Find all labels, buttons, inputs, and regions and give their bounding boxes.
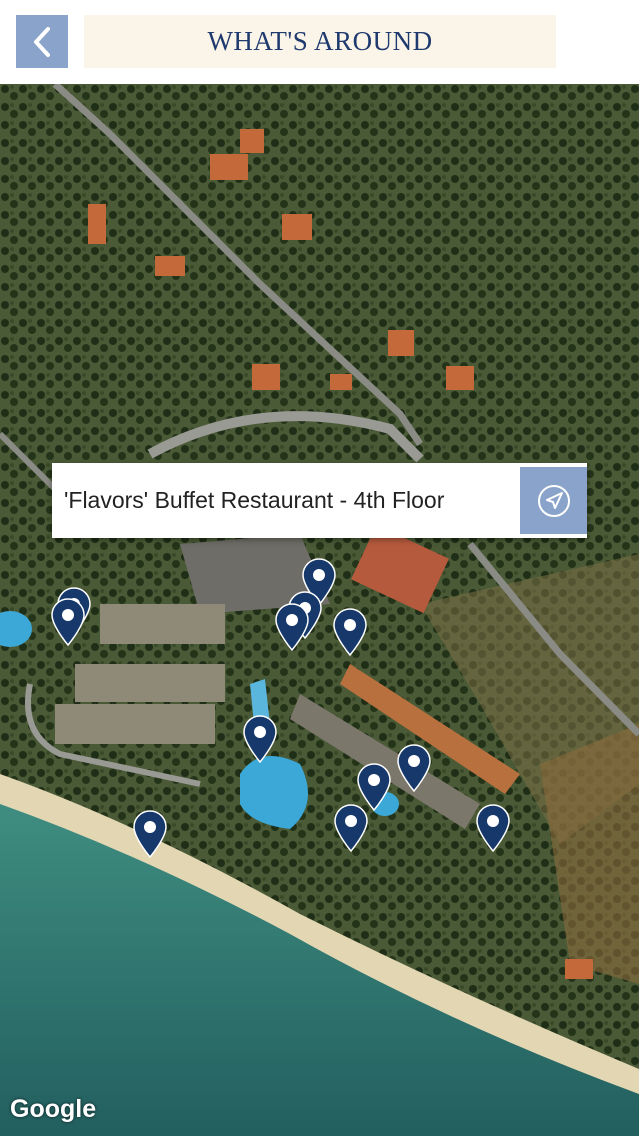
navigation-arrow-icon [537, 484, 570, 517]
map-pin[interactable] [332, 608, 368, 657]
map-pin[interactable] [396, 744, 432, 793]
header-bar: WHAT'S AROUND [0, 0, 639, 84]
map-pin-icon [51, 598, 85, 647]
map-pin-icon [397, 744, 431, 793]
map-pin[interactable] [242, 715, 278, 764]
chevron-left-icon [34, 26, 50, 57]
map-pin[interactable] [132, 810, 168, 859]
place-callout[interactable]: 'Flavors' Buffet Restaurant - 4th Floor [52, 463, 587, 538]
map-pin[interactable] [475, 804, 511, 853]
map-pin-icon [133, 810, 167, 859]
map-pin[interactable] [274, 603, 310, 652]
map-pin-icon [243, 715, 277, 764]
map-pin-icon [275, 603, 309, 652]
back-button[interactable] [16, 15, 68, 68]
map-pin-icon [476, 804, 510, 853]
map-pin-icon [333, 608, 367, 657]
map-pin[interactable] [333, 804, 369, 853]
map-pin-icon [334, 804, 368, 853]
place-name[interactable]: 'Flavors' Buffet Restaurant - 4th Floor [64, 463, 444, 538]
satellite-map[interactable] [0, 84, 639, 1136]
page-title: WHAT'S AROUND [207, 26, 433, 56]
page-title-box: WHAT'S AROUND [84, 15, 556, 68]
google-attribution: Google [10, 1095, 97, 1123]
navigate-button[interactable] [520, 467, 587, 534]
map-pin[interactable] [50, 598, 86, 647]
